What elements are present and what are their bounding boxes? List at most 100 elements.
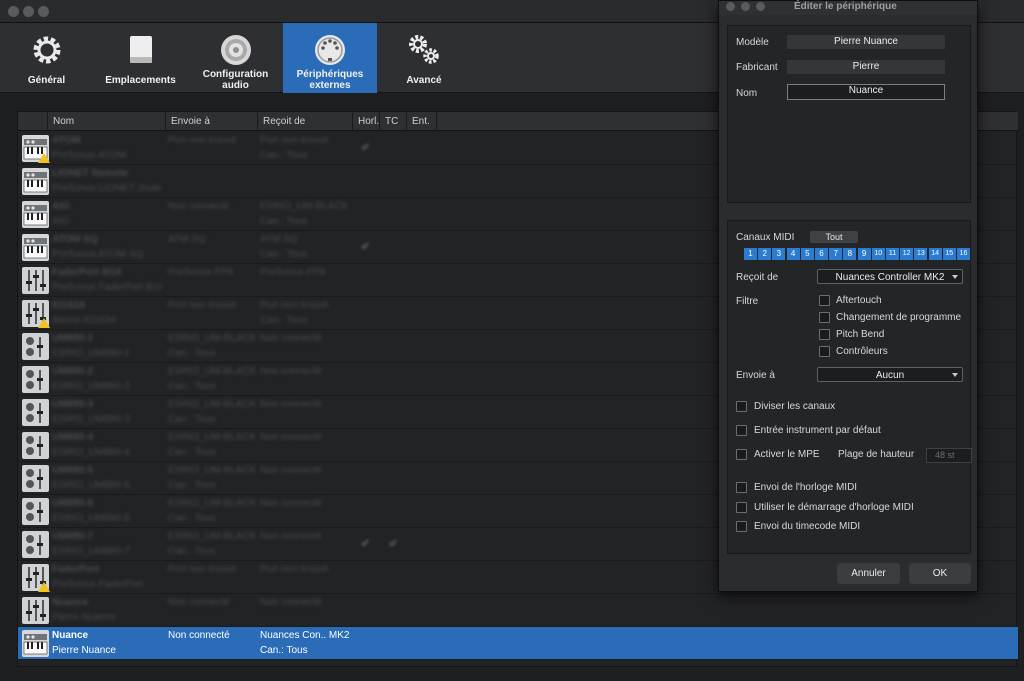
default-instrument-input-checkbox[interactable] (736, 425, 747, 436)
device-send-to: Port non trouvé (168, 135, 237, 146)
device-send-to: ESRIO_UM-BLACK (168, 399, 256, 410)
gears-icon (409, 35, 439, 64)
column-send[interactable]: Envoie à (166, 112, 258, 131)
keyboard-icon (22, 135, 50, 163)
midi-channel-6[interactable]: 6 (815, 248, 828, 260)
filter-controllers-checkbox[interactable] (819, 346, 830, 357)
device-receive-channel: Can.: Tous (260, 645, 308, 656)
midi-channel-13[interactable]: 13 (914, 248, 928, 260)
device-name: UM880-3 (52, 399, 94, 410)
device-send-to: ESRIO_UM-BLACK (168, 498, 256, 509)
use-midi-clock-start-checkbox[interactable] (736, 502, 747, 513)
tab-general[interactable]: Général (0, 23, 93, 93)
device-receive-from: Non connecté (260, 465, 322, 476)
device-model: ESRIO_UM880-5 (52, 480, 130, 491)
device-model: PreSonus ATOM SQ (52, 249, 144, 260)
cancel-button[interactable]: Annuler (837, 563, 900, 584)
tab-advanced[interactable]: Avancé (377, 23, 471, 93)
device-receive-from: Non connecté (260, 432, 322, 443)
device-name: FaderPort 8/16 (52, 267, 122, 278)
name-label: Nom (736, 88, 758, 99)
filter-program-change-label: Changement de programme (836, 312, 962, 323)
midi-channel-4[interactable]: 4 (786, 248, 800, 260)
minimize-window-button[interactable] (23, 6, 34, 17)
device-model: PreSonus ATOM (52, 150, 127, 161)
device-send-channel: Can.: Tous (168, 546, 216, 557)
knobs-icon (22, 333, 49, 360)
dialog-minimize-button[interactable] (741, 2, 750, 11)
timecode-check-icon (389, 537, 397, 552)
device-send-channel: Can.: Tous (168, 414, 216, 425)
zoom-window-button[interactable] (38, 6, 49, 17)
device-name: IO1634 (52, 300, 85, 311)
midi-channel-1[interactable]: 1 (744, 248, 757, 260)
knobs-icon (22, 465, 49, 492)
all-channels-button[interactable]: Tout (810, 231, 858, 243)
name-field[interactable]: Nuance (787, 84, 945, 100)
chevron-down-icon (952, 275, 958, 279)
faders-icon (22, 597, 49, 624)
midi-channel-10[interactable]: 10 (871, 248, 885, 260)
clock-check-icon (361, 537, 369, 552)
split-channels-checkbox[interactable] (736, 401, 747, 412)
midi-channel-7[interactable]: 7 (829, 248, 843, 260)
device-send-to: Non connecté (168, 630, 230, 641)
device-name: Nuance (52, 630, 89, 641)
send-midi-timecode-checkbox[interactable] (736, 521, 747, 532)
midi-channel-8[interactable]: 8 (843, 248, 857, 260)
dialog-zoom-button[interactable] (756, 2, 765, 11)
midi-channel-16[interactable]: 16 (957, 248, 970, 260)
tab-external-devices[interactable]: Périphériques externes (283, 23, 377, 93)
filter-aftertouch-checkbox[interactable] (819, 295, 830, 306)
default-instrument-input-label: Entrée instrument par défaut (754, 425, 881, 436)
device-model: ESRIO_UM880-2 (52, 381, 130, 392)
device-receive-from: Non connecté (260, 366, 322, 377)
device-send-to: Non connecté (168, 201, 230, 212)
midi-channel-3[interactable]: 3 (772, 248, 786, 260)
receive-from-select[interactable]: Nuances Controller MK2 (817, 269, 963, 284)
tab-general-label: Général (27, 75, 66, 86)
midi-channel-11[interactable]: 11 (886, 248, 899, 260)
faders-icon (22, 564, 50, 592)
device-model: Pierre Nuance (52, 612, 116, 623)
midi-channel-2[interactable]: 2 (758, 248, 772, 260)
device-name: UM880-6 (52, 498, 94, 509)
send-midi-clock-checkbox[interactable] (736, 482, 747, 493)
tab-locations[interactable]: Emplacements (93, 23, 188, 93)
midi-channel-14[interactable]: 14 (928, 248, 942, 260)
send-to-select[interactable]: Aucun (817, 367, 963, 382)
dialog-close-button[interactable] (726, 2, 735, 11)
table-row[interactable]: Nuance Pierre Nuance Non connecté Non conne… (18, 594, 1018, 627)
model-label: Modèle (736, 37, 769, 48)
knobs-icon (22, 531, 49, 558)
device-name: AIO (52, 201, 70, 212)
device-send-channel: Can.: Tous (168, 480, 216, 491)
tab-audio-config[interactable]: Configuration audio (188, 23, 283, 93)
device-receive-from: PreSonus FP8 (260, 267, 326, 278)
keyboard-icon (22, 201, 49, 228)
ok-button[interactable]: OK (909, 563, 971, 584)
device-send-to: ESRIO_UM-BLACK (168, 432, 256, 443)
column-input[interactable]: Ent. (407, 112, 437, 131)
send-to-label: Envoie à (736, 370, 775, 381)
enable-mpe-checkbox[interactable] (736, 449, 747, 460)
filter-pitch-bend-label: Pitch Bend (836, 329, 885, 340)
column-clock[interactable]: Horl. (353, 112, 380, 131)
column-receive[interactable]: Reçoit de (258, 112, 353, 131)
device-name: UM880-2 (52, 366, 94, 377)
midi-channel-12[interactable]: 12 (900, 248, 914, 260)
column-name[interactable]: Nom (48, 112, 166, 131)
midi-channel-9[interactable]: 9 (857, 248, 871, 260)
midi-channel-5[interactable]: 5 (800, 248, 814, 260)
midi-channel-15[interactable]: 15 (942, 248, 956, 260)
filter-pitch-bend-checkbox[interactable] (819, 329, 830, 340)
knobs-icon (22, 432, 49, 459)
keyboard-icon (22, 234, 49, 261)
table-row[interactable]: Nuance Pierre Nuance Non connecté Nuances C… (18, 627, 1018, 660)
close-window-button[interactable] (8, 6, 19, 17)
column-timecode[interactable]: TC (380, 112, 407, 131)
filter-program-change-checkbox[interactable] (819, 312, 830, 323)
pitch-range-input[interactable]: 48 st (926, 448, 972, 463)
device-receive-from: Nuances Con.. MK2 (260, 630, 350, 641)
device-name: FaderPort (52, 564, 100, 575)
